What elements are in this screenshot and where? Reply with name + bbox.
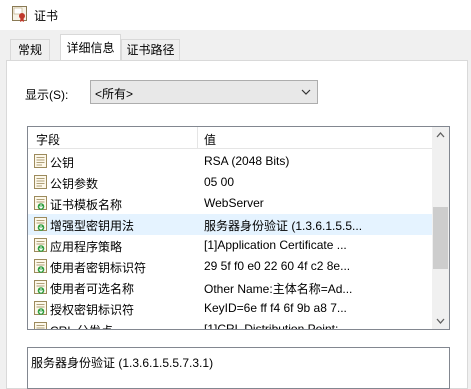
row-field-name: 使用者可选名称	[50, 282, 135, 296]
extension-icon	[34, 238, 47, 252]
extension-icon	[34, 217, 47, 231]
list-row[interactable]: CRL 分发点 [1]CRL Distribution Point:...	[28, 319, 432, 330]
title-bar: 证书	[0, 0, 471, 30]
field-detail-text: 服务器身份验证 (1.3.6.1.5.5.7.3.1)	[31, 356, 214, 370]
certificate-icon	[12, 6, 27, 22]
row-field-name: 应用程序策略	[50, 240, 123, 254]
window-title: 证书	[34, 9, 59, 23]
row-field-value: 服务器身份验证 (1.3.6.1.5.5...	[204, 219, 363, 233]
row-field-value: 05 00	[204, 175, 235, 189]
field-detail-box[interactable]: 服务器身份验证 (1.3.6.1.5.5.7.3.1)	[27, 347, 450, 389]
row-field-name: 授权密钥标识符	[50, 303, 135, 317]
tab-details[interactable]: 详细信息	[60, 34, 121, 60]
tab-general[interactable]: 常规	[10, 39, 50, 61]
extension-icon	[34, 301, 47, 315]
show-select-value: <所有>	[95, 87, 134, 101]
row-field-value: KeyID=6e ff f4 6f 9b a8 7...	[204, 301, 347, 315]
row-field-value: RSA (2048 Bits)	[204, 154, 290, 168]
show-label: 显示(S):	[25, 88, 69, 102]
list-row[interactable]: 公钥 RSA (2048 Bits)	[28, 151, 432, 172]
tab-certification-path[interactable]: 证书路径	[121, 39, 180, 61]
list-row[interactable]: 公钥参数 05 00	[28, 172, 432, 193]
certificate-field-icon	[34, 175, 47, 189]
row-field-value: [1]CRL Distribution Point:...	[204, 322, 349, 330]
column-header-field[interactable]: 字段	[36, 131, 60, 148]
row-field-name: 公钥参数	[50, 177, 99, 191]
list-row[interactable]: 使用者可选名称 Other Name:主体名称=Ad...	[28, 277, 432, 298]
chevron-down-icon	[301, 89, 311, 95]
list-row[interactable]: 使用者密钥标识符 29 5f f0 e0 22 60 4f c2 8e...	[28, 256, 432, 277]
field-list[interactable]: 字段 值 公钥 RSA (2048 Bits) 公钥参数 05 00 证书模板名称 Web…	[27, 126, 450, 330]
row-field-value: WebServer	[204, 196, 264, 210]
row-field-name: 使用者密钥标识符	[50, 261, 147, 275]
show-select[interactable]: <所有>	[90, 80, 318, 104]
list-row[interactable]: 应用程序策略 [1]Application Certificate ...	[28, 235, 432, 256]
scroll-down-icon[interactable]	[432, 312, 449, 329]
row-field-value: [1]Application Certificate ...	[204, 238, 347, 252]
column-header-value[interactable]: 值	[204, 131, 216, 148]
row-field-name: CRL 分发点	[50, 322, 113, 329]
row-field-name: 公钥	[50, 156, 75, 170]
row-field-name: 证书模板名称	[50, 198, 123, 212]
scrollbar-thumb[interactable]	[433, 207, 448, 269]
row-field-value: Other Name:主体名称=Ad...	[204, 282, 353, 296]
certificate-field-icon	[34, 154, 47, 168]
list-row[interactable]: 证书模板名称 WebServer	[28, 193, 432, 214]
list-row[interactable]: 增强型密钥用法 服务器身份验证 (1.3.6.1.5.5...	[28, 214, 432, 235]
vertical-scrollbar[interactable]	[432, 127, 449, 329]
list-header: 字段 值	[28, 127, 432, 149]
list-row[interactable]: 授权密钥标识符 KeyID=6e ff f4 6f 9b a8 7...	[28, 298, 432, 319]
row-field-name: 增强型密钥用法	[50, 219, 135, 233]
extension-icon	[34, 280, 47, 294]
extension-icon	[34, 196, 47, 210]
scroll-up-icon[interactable]	[432, 127, 449, 144]
row-field-value: 29 5f f0 e0 22 60 4f c2 8e...	[204, 259, 351, 273]
extension-icon	[34, 259, 47, 273]
extension-icon	[34, 322, 47, 329]
column-separator[interactable]	[197, 127, 198, 149]
